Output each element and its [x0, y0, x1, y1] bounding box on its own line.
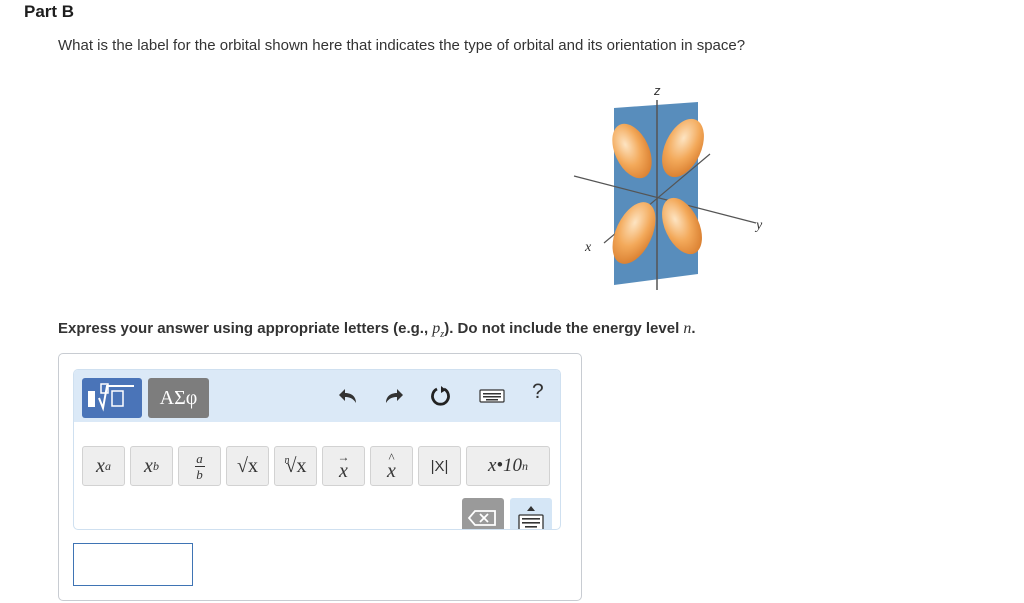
redo-icon[interactable] [382, 384, 406, 408]
instruction-text: Express your answer using appropriate le… [58, 320, 696, 341]
symbols-button[interactable]: ΑΣφ [148, 378, 209, 418]
help-button[interactable]: ? [532, 380, 544, 404]
subscript-button[interactable]: xb [130, 446, 173, 486]
toolbar-header: ΑΣφ ? [74, 370, 560, 422]
fraction-button[interactable]: a b [178, 446, 221, 486]
math-toolbar: ΑΣφ ? xa xb a b √x n √x → x ^ x |X| x•10… [73, 369, 561, 530]
templates-button[interactable] [82, 378, 142, 418]
keyboard-icon[interactable] [478, 384, 506, 408]
part-title: Part B [24, 2, 75, 21]
unit-vector-button[interactable]: ^ x [370, 446, 413, 486]
undo-icon[interactable] [336, 384, 360, 408]
backspace-icon [467, 510, 496, 526]
z-axis-label: z [653, 83, 661, 98]
y-axis-label: y [754, 218, 763, 233]
vector-button[interactable]: → x [322, 446, 365, 486]
sci-notation-button[interactable]: x•10 n [466, 446, 550, 486]
question-text: What is the label for the orbital shown … [58, 37, 746, 54]
reset-icon[interactable] [429, 384, 453, 408]
nth-root-button[interactable]: n √x [274, 446, 317, 486]
answer-input[interactable] [73, 543, 193, 586]
keyboard-toggle-button[interactable] [510, 498, 552, 529]
x-axis-label: x [584, 240, 592, 255]
sqrt-button[interactable]: √x [226, 446, 269, 486]
delete-button[interactable] [462, 498, 504, 529]
templates-icon [88, 383, 134, 412]
abs-button[interactable]: |X| [418, 446, 461, 486]
answer-panel: ΑΣφ ? xa xb a b √x n √x → x ^ x |X| x•10… [58, 353, 582, 601]
keyboard-toggle-icon [518, 506, 544, 529]
orbital-figure: z y x [573, 83, 763, 290]
superscript-button[interactable]: xa [82, 446, 125, 486]
